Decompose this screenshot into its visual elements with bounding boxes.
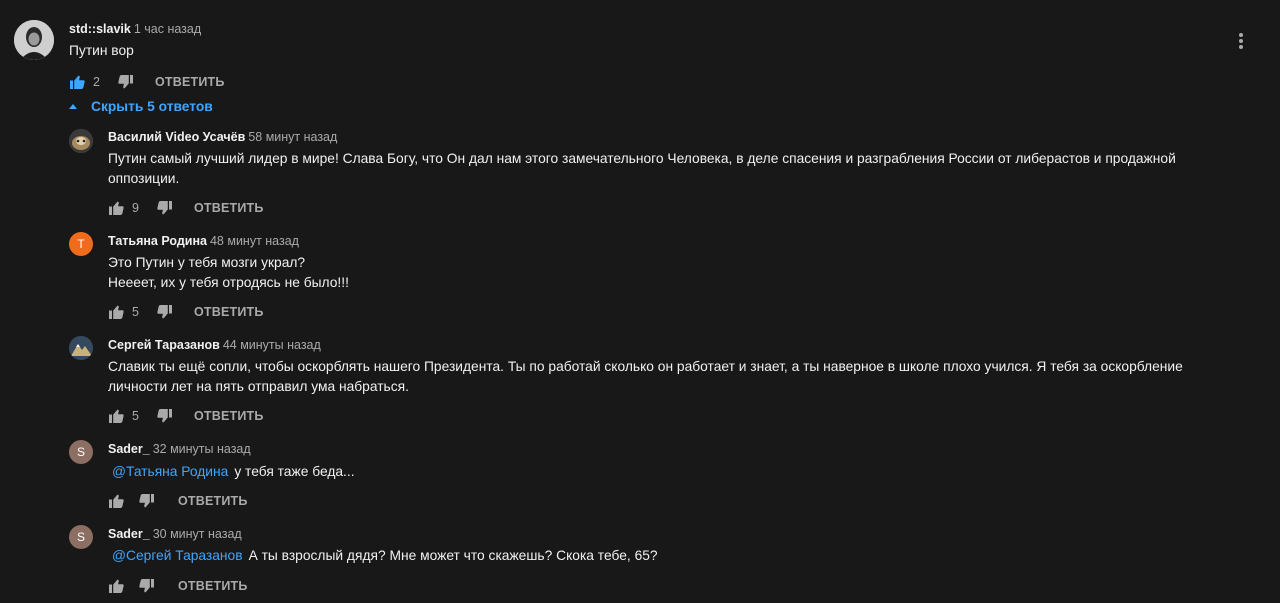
hide-replies-button[interactable]: Скрыть 5 ответов: [66, 99, 213, 114]
author-name[interactable]: Sader_: [108, 442, 150, 456]
author-name[interactable]: std::slavik: [69, 22, 131, 36]
comment-text: @Сергей Таразанов А ты взрослый дядя? Мне…: [112, 546, 658, 566]
like-filled-icon[interactable]: [69, 74, 85, 90]
like-count: 2: [93, 75, 100, 89]
reply-comment: Сергей Таразанов 44 минуты назад Славик т…: [0, 335, 1280, 430]
comment-text: @Татьяна Родина у тебя таже беда...: [112, 462, 355, 482]
like-icon[interactable]: [108, 200, 124, 216]
comment-header: Василий Video Усачёв 58 минут назад: [108, 130, 337, 144]
comment-line: Неееет, их у тебя отродясь не было!!!: [108, 275, 349, 290]
avatar[interactable]: S: [69, 525, 93, 549]
avatar[interactable]: [14, 20, 54, 60]
dislike-icon[interactable]: [117, 74, 133, 90]
avatar[interactable]: [69, 129, 93, 153]
like-count: 5: [132, 409, 139, 423]
dislike-icon[interactable]: [138, 578, 154, 594]
comment-line: личности лет на пять отправил ума набрат…: [108, 379, 409, 394]
like-count: 9: [132, 201, 139, 215]
comment-actions: ОТВЕТИТЬ: [108, 576, 248, 596]
reply-button[interactable]: ОТВЕТИТЬ: [194, 305, 264, 319]
like-icon[interactable]: [108, 493, 124, 509]
avatar-photo: [14, 20, 54, 60]
timestamp[interactable]: 58 минут назад: [248, 130, 337, 144]
avatar[interactable]: S: [69, 440, 93, 464]
comment-text: Путин вор: [69, 43, 134, 58]
dislike-icon[interactable]: [138, 493, 154, 509]
author-name[interactable]: Сергей Таразанов: [108, 338, 220, 352]
comment-actions: 5 ОТВЕТИТЬ: [108, 406, 264, 426]
comment-header: Sader_ 32 минуты назад: [108, 442, 251, 456]
like-icon[interactable]: [108, 408, 124, 424]
comment-line: Это Путин у тебя мозги украл?: [108, 255, 306, 270]
timestamp[interactable]: 1 час назад: [134, 22, 201, 36]
timestamp[interactable]: 44 минуты назад: [223, 338, 321, 352]
dislike-icon[interactable]: [156, 200, 172, 216]
reply-comment: Т Татьяна Родина 48 минут назад Это Путин…: [0, 231, 1280, 326]
comment-header: std::slavik 1 час назад: [69, 22, 201, 36]
avatar-photo: [69, 336, 93, 360]
like-count: 5: [132, 305, 139, 319]
comment-line: Путин самый лучший лидер в мире! Слава Б…: [108, 151, 1176, 166]
comment-header: Сергей Таразанов 44 минуты назад: [108, 338, 321, 352]
comment-actions: 5 ОТВЕТИТЬ: [108, 302, 264, 322]
timestamp[interactable]: 32 минуты назад: [153, 442, 251, 456]
avatar[interactable]: [69, 336, 93, 360]
author-name[interactable]: Татьяна Родина: [108, 234, 207, 248]
comment-line: А ты взрослый дядя? Мне может что скажеш…: [248, 548, 658, 563]
comment-actions: 2 ОТВЕТИТЬ: [69, 72, 225, 92]
comment-line: у тебя таже беда...: [234, 464, 355, 479]
hide-replies-label: Скрыть 5 ответов: [91, 99, 213, 114]
top-comment: std::slavik 1 час назад Путин вор 2 ОТВЕТ…: [0, 0, 1280, 95]
reply-comment: S Sader_ 30 минут назад @Сергей Таразанов…: [0, 523, 1280, 603]
like-icon[interactable]: [108, 304, 124, 320]
avatar-letter: Т: [77, 237, 85, 251]
author-name[interactable]: Sader_: [108, 527, 150, 541]
reply-button[interactable]: ОТВЕТИТЬ: [178, 579, 248, 593]
avatar-photo: [69, 129, 93, 153]
comment-text: Это Путин у тебя мозги украл? Неееет, их…: [108, 253, 349, 293]
avatar-letter: S: [76, 530, 85, 544]
comment-text: Славик ты ещё сопли, чтобы оскорблять на…: [108, 357, 1183, 397]
comment-line: оппозиции.: [108, 171, 180, 186]
author-name[interactable]: Василий Video Усачёв: [108, 130, 245, 144]
comment-header: Татьяна Родина 48 минут назад: [108, 234, 299, 248]
reply-comment: Василий Video Усачёв 58 минут назад Путин…: [0, 127, 1280, 222]
timestamp[interactable]: 30 минут назад: [153, 527, 242, 541]
more-vert-icon[interactable]: [1232, 31, 1250, 51]
mention-link[interactable]: @Сергей Таразанов: [112, 548, 243, 563]
comment-text: Путин самый лучший лидер в мире! Слава Б…: [108, 149, 1176, 189]
timestamp[interactable]: 48 минут назад: [210, 234, 299, 248]
comment-line: Славик ты ещё сопли, чтобы оскорблять на…: [108, 359, 1183, 374]
reply-comment: S Sader_ 32 минуты назад @Татьяна Родина у…: [0, 439, 1280, 519]
dislike-icon[interactable]: [156, 304, 172, 320]
reply-button[interactable]: ОТВЕТИТЬ: [194, 409, 264, 423]
reply-button[interactable]: ОТВЕТИТЬ: [194, 201, 264, 215]
avatar-letter: S: [76, 445, 85, 459]
like-icon[interactable]: [108, 578, 124, 594]
mention-link[interactable]: @Татьяна Родина: [112, 464, 228, 479]
comment-actions: ОТВЕТИТЬ: [108, 491, 248, 511]
reply-button[interactable]: ОТВЕТИТЬ: [178, 494, 248, 508]
comment-header: Sader_ 30 минут назад: [108, 527, 242, 541]
comment-actions: 9 ОТВЕТИТЬ: [108, 198, 264, 218]
caret-up-icon: [69, 104, 77, 109]
reply-button[interactable]: ОТВЕТИТЬ: [155, 75, 225, 89]
dislike-icon[interactable]: [156, 408, 172, 424]
avatar[interactable]: Т: [69, 232, 93, 256]
